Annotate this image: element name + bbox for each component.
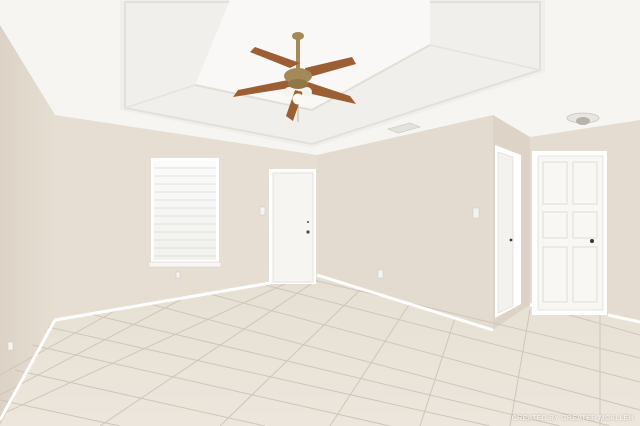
paneled-door-knob bbox=[590, 239, 594, 243]
watermark-text: CREATED BY GREATER MCALLEN bbox=[511, 415, 634, 422]
paneled-door bbox=[532, 151, 607, 315]
door-knob bbox=[306, 230, 310, 234]
room-photo: CREATED BY GREATER MCALLEN bbox=[0, 0, 640, 426]
light-switch bbox=[259, 206, 266, 216]
outlet-left-wall bbox=[7, 341, 14, 351]
window bbox=[148, 158, 222, 268]
side-door bbox=[495, 145, 521, 318]
outlet-back-wall bbox=[175, 271, 181, 279]
entry-door bbox=[269, 169, 316, 284]
switch-right-wall bbox=[472, 207, 480, 219]
outlet-right-wall bbox=[377, 269, 384, 279]
